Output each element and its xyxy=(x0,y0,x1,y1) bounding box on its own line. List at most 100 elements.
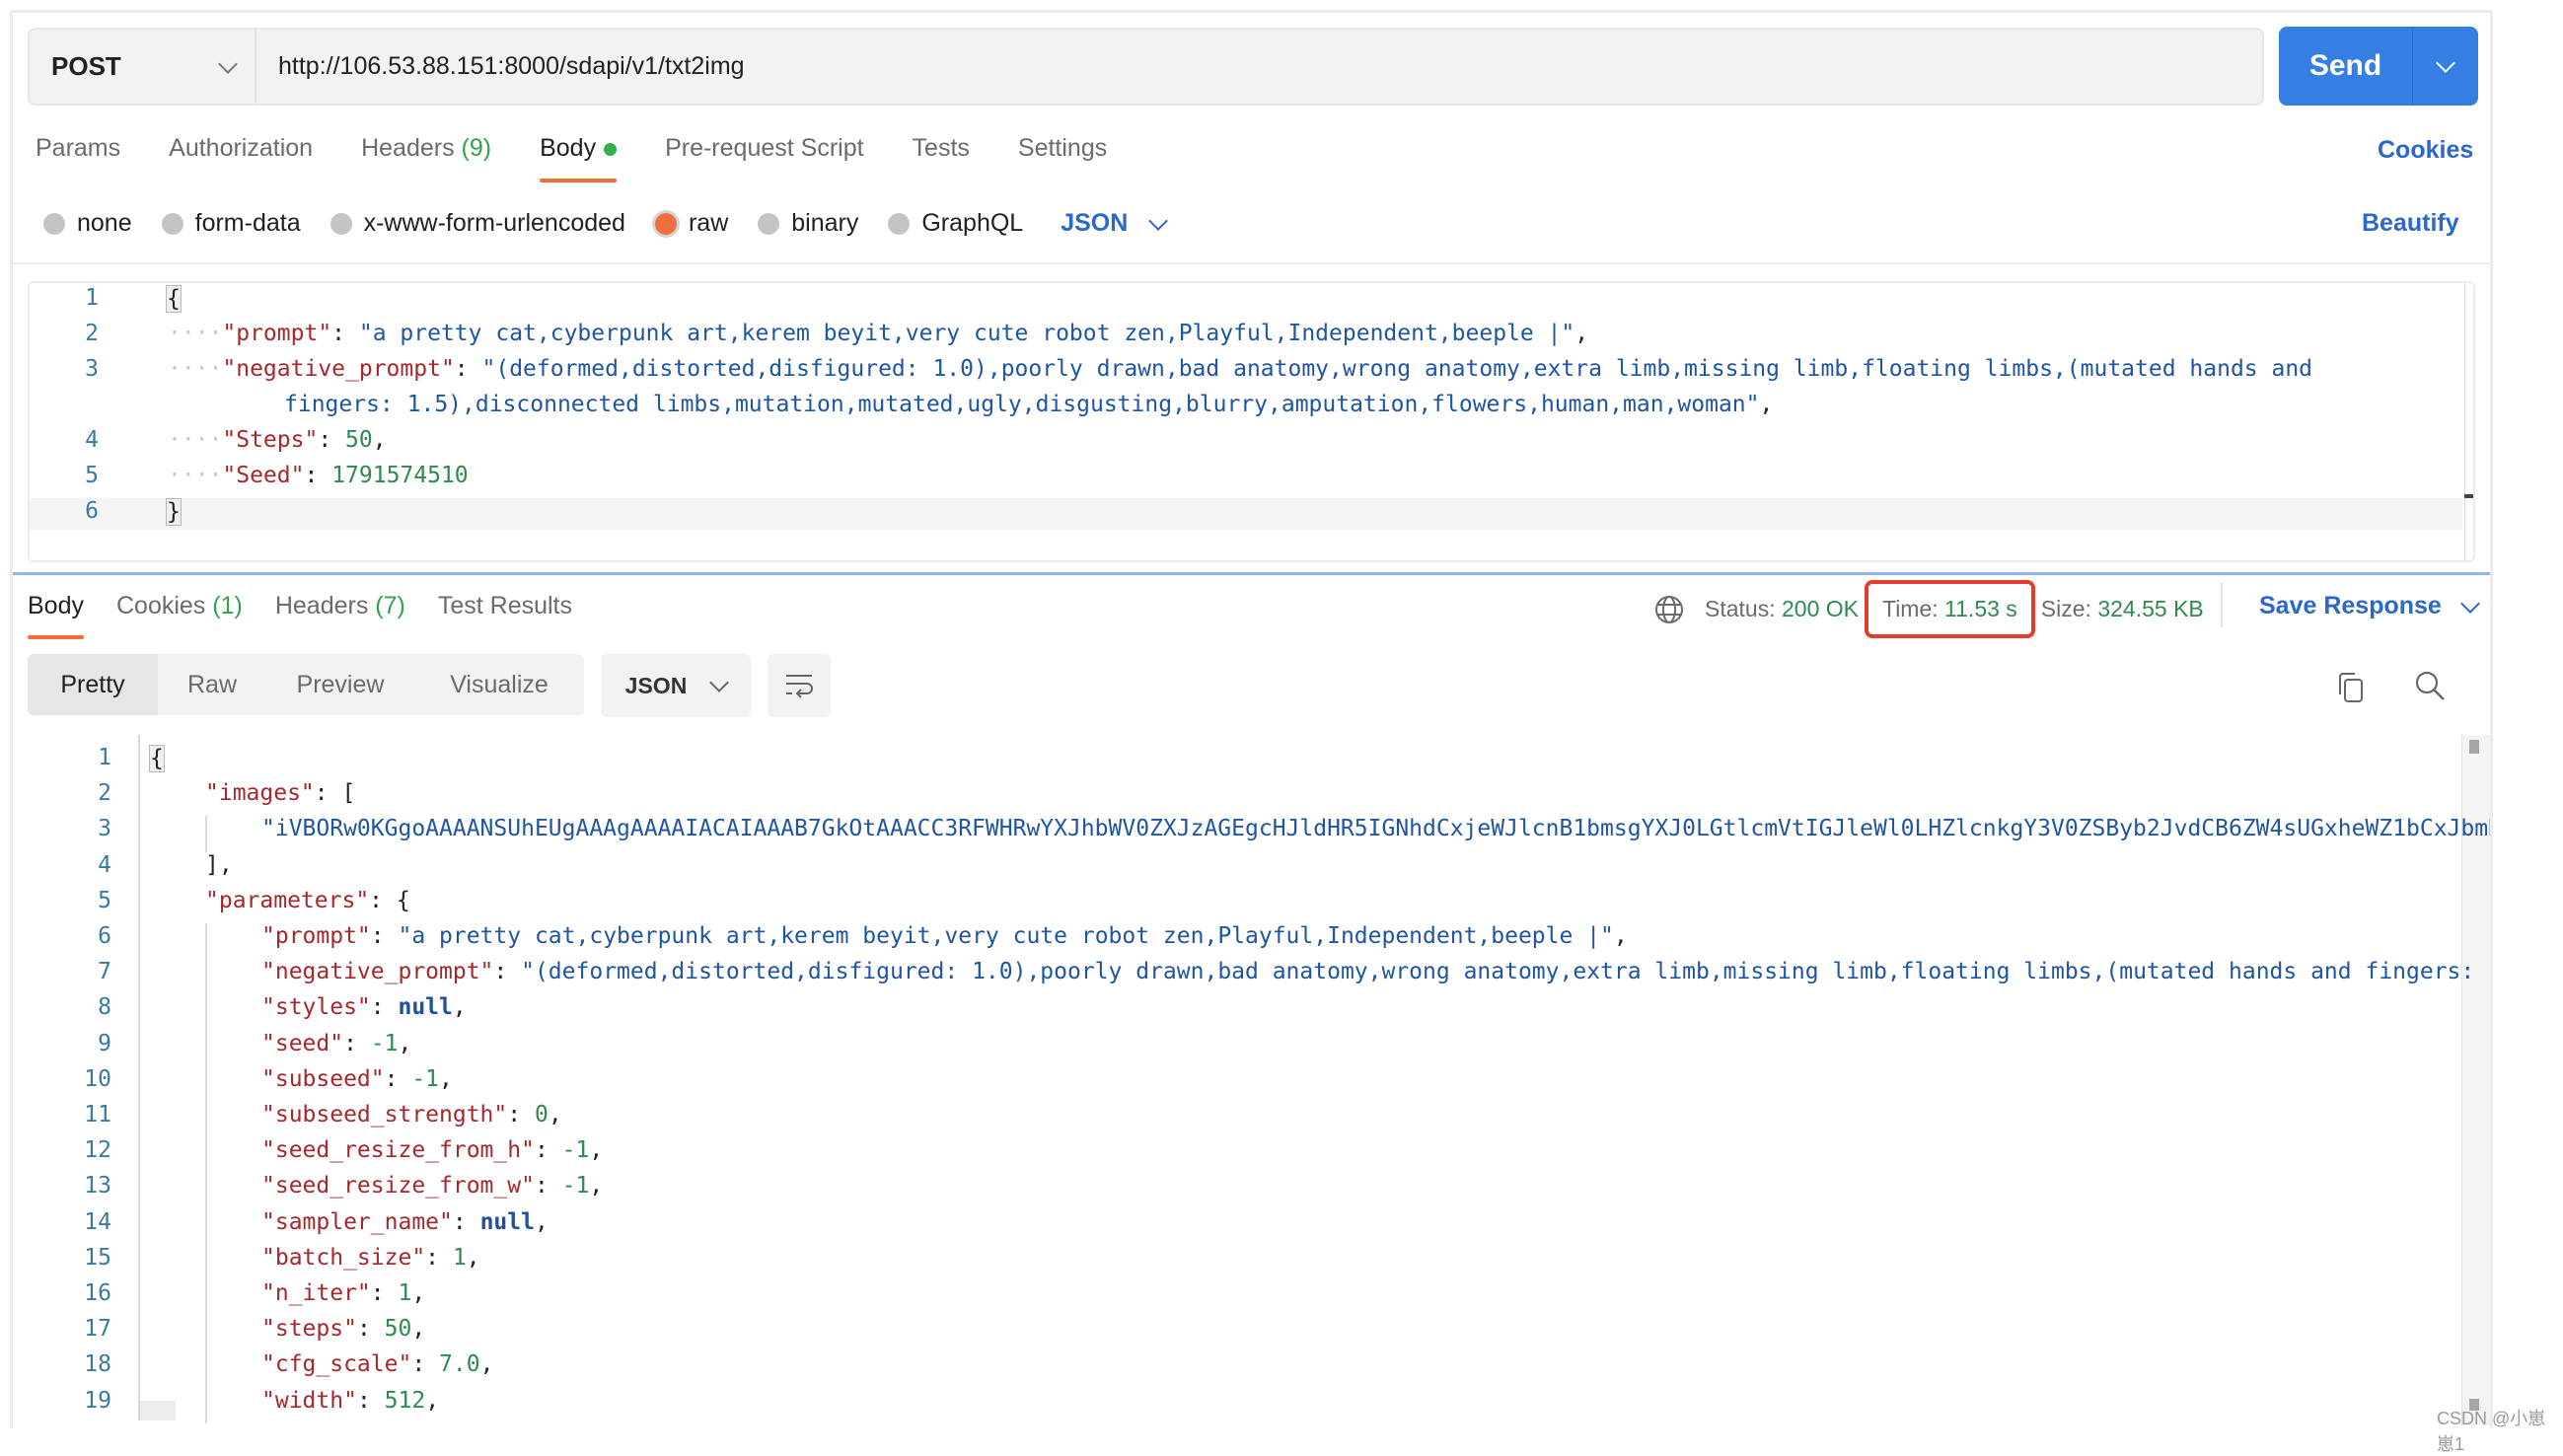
pane-resize-divider[interactable] xyxy=(13,572,2490,575)
punct: : xyxy=(507,1102,535,1128)
editor-scrollbar-thumb[interactable] xyxy=(2474,498,2475,532)
globe-icon[interactable] xyxy=(1653,594,1685,625)
json-key: "seed_resize_from_w" xyxy=(261,1173,535,1200)
cookies-link[interactable]: Cookies xyxy=(2378,136,2473,165)
tab-params[interactable]: Params xyxy=(36,134,120,163)
send-button-group: Send xyxy=(2279,27,2478,106)
send-button[interactable]: Send xyxy=(2279,27,2413,106)
punct: : xyxy=(534,1137,562,1164)
code-line: "subseed_strength": 0, xyxy=(261,1102,562,1128)
line-number: 19 xyxy=(84,1387,111,1414)
line-number: 4 xyxy=(85,427,99,453)
tab-settings[interactable]: Settings xyxy=(1018,134,1107,163)
response-format-select[interactable]: JSON xyxy=(601,654,751,717)
radio-x-www-form-urlencoded[interactable]: x-www-form-urlencoded xyxy=(330,209,625,238)
resp-tab-test-results[interactable]: Test Results xyxy=(438,592,572,620)
send-options-button[interactable] xyxy=(2413,27,2478,106)
time-highlight-box: Time: 11.53 s xyxy=(1865,580,2035,638)
punct: : xyxy=(534,1173,562,1200)
tab-count: (1) xyxy=(212,592,243,619)
json-key: "n_iter" xyxy=(261,1280,371,1306)
tab-pre-request-script[interactable]: Pre-request Script xyxy=(665,134,863,163)
chevron-down-icon xyxy=(218,53,238,74)
code-line: "seed_resize_from_h": -1, xyxy=(261,1137,603,1163)
search-icon[interactable] xyxy=(2413,669,2447,702)
status-value: 200 OK xyxy=(1782,596,1859,621)
method-select[interactable]: POST xyxy=(30,30,256,104)
json-key: "Steps" xyxy=(222,427,319,453)
punct: , xyxy=(372,427,387,453)
punct: , xyxy=(466,1244,480,1271)
chevron-down-icon xyxy=(709,673,730,692)
code-line: "steps": 50, xyxy=(261,1316,425,1342)
string-value: "(deformed,distorted,disfigured: 1.0),po… xyxy=(481,356,2313,382)
tab-label: Body xyxy=(28,592,84,619)
json-key: "steps" xyxy=(261,1316,357,1343)
punct: , xyxy=(548,1102,562,1128)
code-line: "iVBORw0KGgoAAAANSUhEUgAAAgAAAAIACAIAAAB… xyxy=(261,816,2490,841)
resp-tab-headers[interactable]: Headers (7) xyxy=(275,592,405,620)
line-number: 16 xyxy=(84,1280,111,1306)
tab-label: Headers xyxy=(361,134,455,162)
code-line: ····"negative_prompt": "(deformed,distor… xyxy=(168,356,2312,382)
punct: , xyxy=(398,1030,412,1056)
editor-scrollbar-thumb[interactable] xyxy=(2474,287,2475,323)
view-pretty[interactable]: Pretty xyxy=(28,654,158,715)
tab-authorization[interactable]: Authorization xyxy=(169,134,313,163)
punct: { xyxy=(149,745,165,772)
view-visualize[interactable]: Visualize xyxy=(414,654,584,715)
resp-tab-body[interactable]: Body xyxy=(28,592,84,639)
punct: ], xyxy=(205,851,233,878)
punct: , xyxy=(1759,392,1774,417)
url-input[interactable]: http://106.53.88.151:8000/sdapi/v1/txt2i… xyxy=(256,52,745,81)
punct: , xyxy=(479,1351,494,1378)
radio-graphql[interactable]: GraphQL xyxy=(888,209,1023,238)
editor-resize-marker xyxy=(2464,494,2473,498)
save-response-button[interactable]: Save Response xyxy=(2259,592,2480,620)
json-key: "cfg_scale" xyxy=(261,1351,412,1378)
copy-icon[interactable] xyxy=(2336,671,2366,704)
radio-none[interactable]: none xyxy=(43,209,132,238)
line-number: 10 xyxy=(84,1065,111,1092)
response-format-label: JSON xyxy=(624,672,688,698)
radio-form-data[interactable]: form-data xyxy=(161,209,301,238)
response-tabs: Body Cookies (1) Headers (7) Test Result… xyxy=(28,592,605,639)
tab-tests[interactable]: Tests xyxy=(913,134,970,163)
string-value: "iVBORw0KGgoAAAANSUhEUgAAAgAAAAIACAIAAAB… xyxy=(261,816,2490,842)
response-scrollbar-thumb[interactable] xyxy=(2469,740,2479,754)
number-value: 1 xyxy=(398,1280,412,1306)
indent-whitespace: ···· xyxy=(168,356,223,382)
radio-binary[interactable]: binary xyxy=(758,209,858,238)
indent-whitespace: ···· xyxy=(168,427,223,453)
json-key: "width" xyxy=(261,1387,357,1414)
code-line: { xyxy=(149,745,165,772)
tab-body[interactable]: Body xyxy=(540,134,618,182)
punct: : { xyxy=(369,887,410,913)
response-body-viewer[interactable]: 1 {2 "images": [3 "iVBORw0KGgoAAAANSUhEUgAA… xyxy=(13,735,2490,1428)
request-body-editor[interactable]: 1{2 ····"prompt": "a pretty cat,cyberpunk… xyxy=(28,281,2475,562)
save-response-label: Save Response xyxy=(2259,592,2442,619)
current-line-highlight xyxy=(30,498,2462,530)
code-line: "n_iter": 1, xyxy=(261,1280,425,1306)
number-value: 50 xyxy=(345,427,373,453)
json-key: "prompt" xyxy=(222,321,332,346)
number-value: 512 xyxy=(384,1387,426,1414)
view-preview[interactable]: Preview xyxy=(266,654,414,715)
tab-label: Params xyxy=(36,134,121,162)
resp-tab-cookies[interactable]: Cookies (1) xyxy=(116,592,243,620)
line-number: 3 xyxy=(98,816,111,842)
radio-label: form-data xyxy=(194,209,301,237)
time-label: Time: xyxy=(1882,596,1939,621)
beautify-button[interactable]: Beautify xyxy=(2362,209,2459,238)
line-number: 14 xyxy=(84,1208,111,1235)
punct: , xyxy=(1613,923,1628,949)
wrap-lines-button[interactable] xyxy=(768,654,831,717)
punct: , xyxy=(425,1387,440,1414)
punct: : xyxy=(370,1280,399,1306)
view-raw[interactable]: Raw xyxy=(158,654,266,715)
body-format-select[interactable]: JSON xyxy=(1061,209,1169,238)
request-url-bar: POST http://106.53.88.151:8000/sdapi/v1/… xyxy=(28,28,2264,106)
radio-raw[interactable]: raw xyxy=(654,209,728,238)
code-line: "cfg_scale": 7.0, xyxy=(261,1351,493,1377)
tab-headers[interactable]: Headers (9) xyxy=(361,134,491,163)
